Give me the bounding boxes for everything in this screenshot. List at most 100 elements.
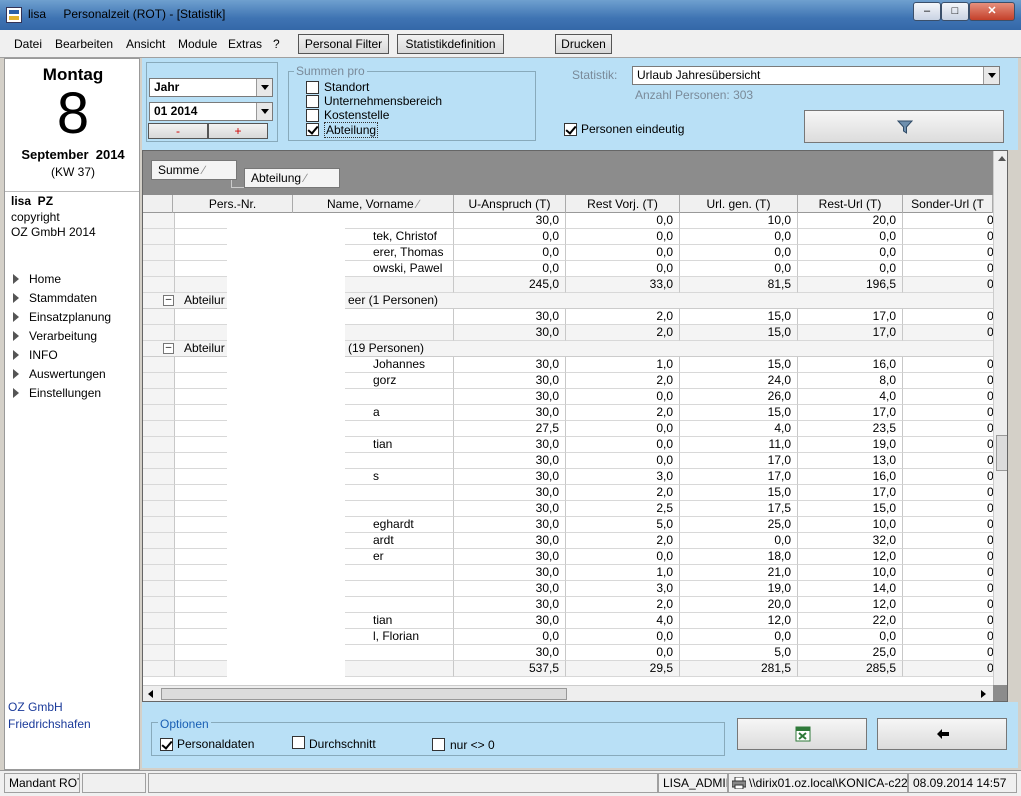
group-button-abteilung[interactable]: Abteilung ∕	[244, 168, 340, 188]
drucken-button[interactable]: Drucken	[555, 34, 612, 54]
vertical-scrollbar[interactable]	[993, 151, 1007, 685]
back-button[interactable]	[877, 718, 1007, 750]
period-plus-button[interactable]: +	[208, 123, 268, 139]
redaction-overlay	[227, 213, 345, 677]
row-indent	[143, 565, 175, 581]
statistikdefinition-button[interactable]: Statistikdefinition	[397, 34, 504, 54]
expand-icon	[13, 369, 19, 379]
row-indent	[143, 645, 175, 661]
cell-url-gen: 0,0	[680, 245, 798, 261]
status-datetime: 08.09.2014 14:57	[908, 773, 1017, 793]
scroll-left-icon[interactable]	[143, 686, 159, 701]
left-panel: Montag 8 September 2014 (KW 37) lisa PZ …	[4, 58, 140, 770]
menu-datei[interactable]: Datei	[14, 37, 42, 51]
nav-info[interactable]: INFO	[13, 348, 58, 362]
scroll-up-icon[interactable]	[994, 151, 1007, 167]
funnel-icon	[897, 120, 913, 134]
cell-url-gen: 15,0	[680, 405, 798, 421]
cell-rest-url: 8,0	[798, 373, 903, 389]
group-button-summe[interactable]: Summe ∕	[151, 160, 237, 180]
scroll-right-icon[interactable]	[975, 686, 991, 701]
cell-u-anspruch: 30,0	[454, 309, 566, 325]
row-indent	[143, 261, 175, 277]
cell-u-anspruch: 30,0	[454, 453, 566, 469]
expand-icon	[13, 350, 19, 360]
personal-filter-button[interactable]: Personal Filter	[298, 34, 389, 54]
standort-checkbox[interactable]	[306, 81, 319, 94]
column-header-cell[interactable]: Rest-Url (T)	[798, 195, 903, 213]
column-header-cell[interactable]: Url. gen. (T)	[680, 195, 798, 213]
cell-rest-vorj: 0,0	[566, 213, 680, 229]
group-row-label: Abteilur	[184, 293, 225, 307]
personen-eindeutig-checkbox[interactable]	[564, 123, 577, 136]
cell-rest-url: 10,0	[798, 517, 903, 533]
durchschnitt-checkbox[interactable]	[292, 736, 305, 749]
cell-rest-vorj: 0,0	[566, 245, 680, 261]
group-row-count: (19 Personen)	[348, 341, 425, 355]
nav-stammdaten[interactable]: Stammdaten	[13, 291, 97, 305]
period-type-select[interactable]: Jahr	[149, 78, 273, 97]
personaldaten-checkbox[interactable]	[160, 738, 173, 751]
column-header-cell[interactable]: Sonder-Url (T	[903, 195, 993, 213]
unternehmensbereich-checkbox[interactable]	[306, 95, 319, 108]
horizontal-scroll-thumb[interactable]	[161, 688, 567, 700]
minimize-button[interactable]: –	[913, 2, 941, 21]
column-header-cell[interactable]: Name, Vorname ∕	[293, 195, 454, 213]
collapse-icon[interactable]: –	[163, 295, 174, 306]
menu-bearbeiten[interactable]: Bearbeiten	[55, 37, 113, 51]
column-header-cell[interactable]: Pers.-Nr.	[173, 195, 293, 213]
menu-help[interactable]: ?	[273, 37, 280, 51]
nav-verarbeitung[interactable]: Verarbeitung	[13, 329, 97, 343]
cell-rest-url: 17,0	[798, 325, 903, 341]
cell-rest-vorj: 2,0	[566, 533, 680, 549]
cell-rest-url: 20,0	[798, 213, 903, 229]
row-indent	[143, 549, 175, 565]
statistik-select[interactable]: Urlaub Jahresübersicht	[632, 66, 1000, 85]
excel-export-button[interactable]	[737, 718, 867, 750]
cell-rest-vorj: 2,0	[566, 309, 680, 325]
cell-url-gen: 0,0	[680, 261, 798, 277]
horizontal-scrollbar[interactable]	[143, 685, 993, 701]
column-header-cell[interactable]: Rest Vorj. (T)	[566, 195, 680, 213]
cell-sonder-url: 0	[903, 437, 993, 453]
cell-rest-url: 12,0	[798, 549, 903, 565]
menu-extras[interactable]: Extras	[228, 37, 262, 51]
menu-module[interactable]: Module	[178, 37, 217, 51]
cell-sonder-url: 0	[903, 389, 993, 405]
nav-auswertungen-label: Auswertungen	[29, 367, 106, 381]
row-indent	[143, 661, 175, 677]
cell-rest-url: 17,0	[798, 309, 903, 325]
nav-einstellungen[interactable]: Einstellungen	[13, 386, 101, 400]
chevron-down-icon	[983, 67, 999, 84]
nav-auswertungen[interactable]: Auswertungen	[13, 367, 106, 381]
vertical-scroll-thumb[interactable]	[996, 435, 1007, 471]
cell-rest-url: 32,0	[798, 533, 903, 549]
menu-ansicht[interactable]: Ansicht	[126, 37, 165, 51]
kostenstelle-checkbox[interactable]	[306, 109, 319, 122]
nav-home[interactable]: Home	[13, 272, 61, 286]
chevron-down-icon	[256, 79, 272, 96]
period-minus-button[interactable]: -	[148, 123, 208, 139]
cell-rest-vorj: 29,5	[566, 661, 680, 677]
collapse-icon[interactable]: –	[163, 343, 174, 354]
status-user: LISA_ADMIN	[658, 773, 728, 793]
column-header-label: Name, Vorname	[326, 197, 414, 211]
filter-button[interactable]	[804, 110, 1004, 143]
abteilung-checkbox[interactable]	[306, 123, 319, 136]
close-button[interactable]: ✕	[969, 2, 1015, 21]
period-date-select[interactable]: 01 2014	[149, 102, 273, 121]
copyright-label: copyright	[11, 210, 60, 224]
nav-einsatzplanung[interactable]: Einsatzplanung	[13, 310, 111, 324]
cell-rest-url: 23,5	[798, 421, 903, 437]
period-date-value: 01 2014	[154, 104, 198, 118]
row-indent	[143, 213, 175, 229]
cell-rest-vorj: 0,0	[566, 645, 680, 661]
expand-icon	[13, 388, 19, 398]
column-header-cell[interactable]: U-Anspruch (T)	[454, 195, 566, 213]
row-indent	[143, 421, 175, 437]
maximize-button[interactable]: □	[941, 2, 969, 21]
cell-sonder-url: 0	[903, 357, 993, 373]
cell-u-anspruch: 30,0	[454, 533, 566, 549]
chevron-down-icon	[256, 103, 272, 120]
nur-ungleich-null-checkbox[interactable]	[432, 738, 445, 751]
